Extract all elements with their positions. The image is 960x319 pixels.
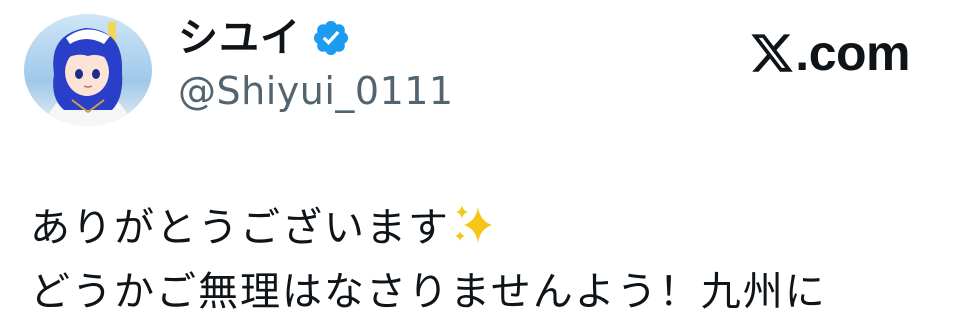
tweet-line-1-text: ありがとうございます <box>30 205 450 251</box>
tweet-line-2: どうかご無理はなさりませんよう！九州に <box>30 269 827 315</box>
avatar[interactable] <box>24 14 152 126</box>
verified-badge-icon <box>311 18 351 58</box>
brand-suffix: .com <box>795 25 910 81</box>
tweet-card: シユイ @Shiyui_0111 .com ありがとうございます どうかご無理は… <box>0 0 960 319</box>
author-name-row: シユイ <box>178 16 351 60</box>
anime-character-avatar-icon <box>24 14 152 126</box>
tweet-text: ありがとうございます どうかご無理はなさりませんよう！九州に <box>30 196 950 319</box>
brand-watermark: .com <box>749 26 910 80</box>
x-logo-icon <box>749 30 795 76</box>
sparkles-icon <box>452 202 500 246</box>
tweet-line-1: ありがとうございます <box>30 196 950 260</box>
author-handle[interactable]: @Shiyui_0111 <box>178 68 454 114</box>
display-name[interactable]: シユイ <box>178 16 301 60</box>
